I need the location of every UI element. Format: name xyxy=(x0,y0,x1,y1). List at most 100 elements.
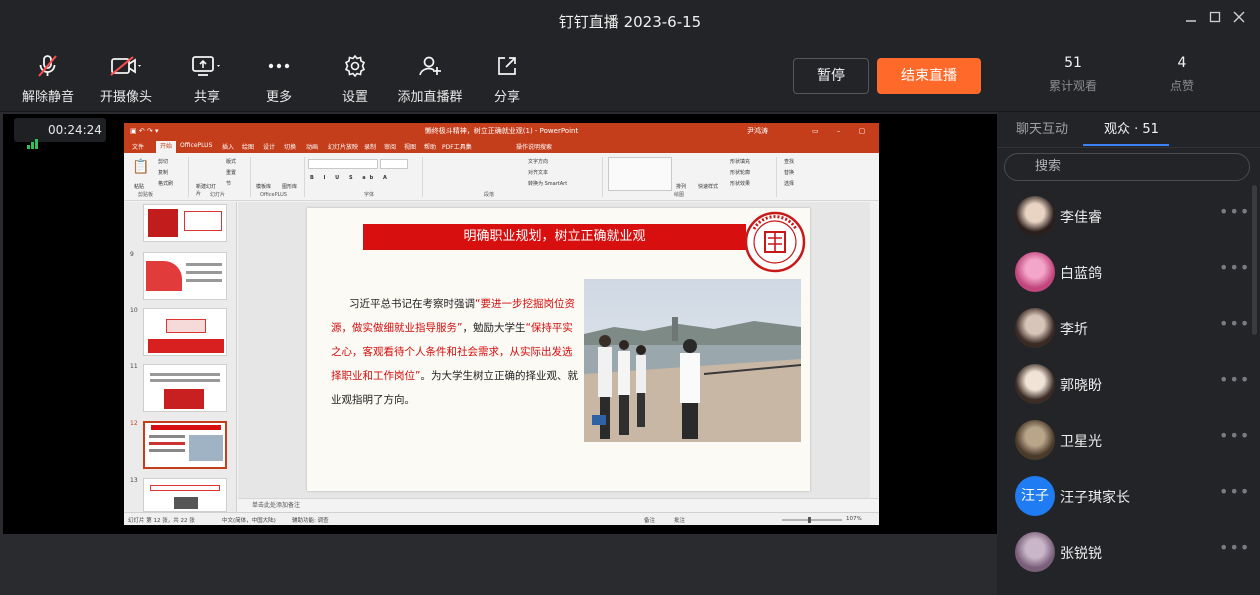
slide-thumbnails[interactable]: 9 10 11 12 13 xyxy=(124,202,237,512)
slide-thumb-12-selected[interactable] xyxy=(143,421,227,469)
slide-thumb-10[interactable] xyxy=(143,308,227,356)
thumb-number: 13 xyxy=(130,477,138,484)
member-more-icon[interactable]: ••• xyxy=(1219,314,1250,333)
template-label: 模板库 xyxy=(256,184,272,190)
zoom-slider[interactable] xyxy=(782,516,842,525)
paste-label: 粘贴 xyxy=(134,184,145,190)
copy-label: 复制 xyxy=(158,170,169,176)
quick-styles-label: 快速样式 xyxy=(698,184,719,190)
tab-chat[interactable]: 聊天互动 xyxy=(1016,118,1068,137)
paragraph-group: 段落 xyxy=(484,192,495,198)
notes-field[interactable]: 单击此处添加备注 xyxy=(238,498,879,512)
ppt-ribbon: 📋 粘贴 剪切 复制 格式刷 剪贴板 新建幻灯片 版式 重置 节 幻灯片 模板库… xyxy=(124,153,879,201)
ppt-tab[interactable]: 帮助 xyxy=(424,142,436,151)
audience-member[interactable]: 李圻 ••• xyxy=(997,300,1250,356)
ppt-tab[interactable]: 绘图 xyxy=(242,142,254,151)
audience-member[interactable]: 汪子 汪子琪家长 ••• xyxy=(997,468,1250,524)
slide-thumb-8[interactable] xyxy=(143,204,227,242)
minimize-icon[interactable] xyxy=(1181,10,1201,28)
ppt-tab[interactable]: PDF工具集 xyxy=(442,142,472,151)
ppt-tabs: 文件 开始 OfficePLUS 插入 绘图 设计 切换 动画 幻灯片放映 录制 审阅 视图 帮助 PDF… xyxy=(124,140,879,153)
shape-fill-label: 形状填充 xyxy=(730,159,751,165)
ppt-tab[interactable]: 切换 xyxy=(284,142,296,151)
ppt-tab[interactable]: OfficePLUS xyxy=(180,142,212,149)
ppt-tab[interactable]: 操作说明搜索 xyxy=(516,142,552,151)
live-timer: 00:24:24 xyxy=(14,118,106,149)
ppt-tab[interactable]: 开始 xyxy=(156,141,177,153)
member-name: 李圻 xyxy=(1060,322,1088,338)
close-icon[interactable] xyxy=(1229,10,1249,28)
camera-label: 开摄像头 xyxy=(99,90,152,105)
more-dots-icon xyxy=(239,54,319,78)
ppt-tab[interactable]: 插入 xyxy=(222,142,234,151)
audience-member[interactable]: 卫星光 ••• xyxy=(997,412,1250,468)
ppt-tab[interactable]: 动画 xyxy=(306,142,318,151)
ppt-tab[interactable]: 审阅 xyxy=(384,142,396,151)
ppt-titlebar: ▣ ↶ ↷ ▾ 懒终极斗精神，树立正确就业观(1) - PowerPoint 尹… xyxy=(124,123,879,152)
member-more-icon[interactable]: ••• xyxy=(1219,538,1250,557)
pause-button[interactable]: 暂停 xyxy=(793,58,869,94)
views-stat: 51 累计观看 xyxy=(1028,55,1118,94)
ppt-tab[interactable]: 录制 xyxy=(364,142,376,151)
align-text-label: 对齐文本 xyxy=(528,170,549,176)
slides-group: 幻灯片 xyxy=(210,192,226,198)
audience-scrollbar[interactable] xyxy=(1252,185,1257,335)
accessibility-status: 辅助功能: 调查 xyxy=(292,518,329,524)
audience-search-input[interactable]: 搜索 xyxy=(1004,153,1250,181)
notes-toggle[interactable]: 备注 xyxy=(644,516,655,524)
tab-audience[interactable]: 观众 · 51 xyxy=(1104,118,1159,137)
ppt-tab[interactable]: 幻灯片放映 xyxy=(328,142,358,151)
thumb-number: 10 xyxy=(130,307,138,314)
gear-icon xyxy=(315,54,395,78)
avatar xyxy=(1015,308,1055,348)
slide-position: 幻灯片 第 12 张，共 22 张 xyxy=(128,518,195,524)
audience-member[interactable]: 张锐锐 ••• xyxy=(997,524,1250,580)
screen-share-icon xyxy=(167,54,247,78)
share-out-button[interactable]: 分享 xyxy=(467,54,547,105)
thumb-number: 11 xyxy=(130,363,138,370)
slide-thumb-13[interactable] xyxy=(143,478,227,512)
more-button[interactable]: 更多 xyxy=(239,54,319,105)
member-name: 汪子琪家长 xyxy=(1060,490,1130,506)
member-name: 卫星光 xyxy=(1060,434,1102,450)
audience-member[interactable]: 李佳睿 ••• xyxy=(997,188,1250,244)
unmute-button[interactable]: 解除静音 xyxy=(8,54,88,105)
language-status: 中文(简体，中国大陆) xyxy=(222,518,276,524)
editor-scrollbar[interactable] xyxy=(870,202,879,498)
ppt-tab[interactable]: 视图 xyxy=(404,142,416,151)
share-screen-button[interactable]: 共享 xyxy=(167,54,247,105)
settings-button[interactable]: 设置 xyxy=(315,54,395,105)
camera-button[interactable]: 开摄像头 xyxy=(86,54,166,105)
add-group-button[interactable]: 添加直播群 xyxy=(390,54,470,105)
title-bar: 钉钉直播 2023-6-15 xyxy=(0,0,1260,40)
cut-label: 剪切 xyxy=(158,159,169,165)
external-share-icon xyxy=(467,54,547,78)
member-more-icon[interactable]: ••• xyxy=(1219,258,1250,277)
member-name: 郭晓盼 xyxy=(1060,378,1102,394)
member-more-icon[interactable]: ••• xyxy=(1219,370,1250,389)
clipboard-group: 剪贴板 xyxy=(138,192,154,198)
member-name: 张锐锐 xyxy=(1060,546,1102,562)
ppt-tab[interactable]: 文件 xyxy=(132,142,144,151)
audience-member[interactable]: 郭晓盼 ••• xyxy=(997,356,1250,412)
unmute-label: 解除静音 xyxy=(21,90,74,105)
member-more-icon[interactable]: ••• xyxy=(1219,202,1250,221)
end-live-button[interactable]: 结束直播 xyxy=(877,58,981,94)
mic-muted-icon xyxy=(8,54,88,78)
maximize-icon[interactable] xyxy=(1205,10,1225,28)
member-more-icon[interactable]: ••• xyxy=(1219,426,1250,445)
paste-icon: 📋 xyxy=(132,159,150,175)
body-text-part: 习近平总书记在考察时强调 xyxy=(349,298,475,310)
slide-thumb-11[interactable] xyxy=(143,364,227,412)
zoom-level[interactable]: 107% xyxy=(846,516,862,522)
share-out-label: 分享 xyxy=(493,90,520,105)
reset-label: 重置 xyxy=(226,170,237,176)
shape-effects-label: 形状效果 xyxy=(730,181,751,187)
member-more-icon[interactable]: ••• xyxy=(1219,482,1250,501)
ppt-tab[interactable]: 设计 xyxy=(263,142,275,151)
slide-thumb-9[interactable] xyxy=(143,252,227,300)
comments-toggle[interactable]: 批注 xyxy=(674,516,685,524)
audience-member[interactable]: 白蓝鸽 ••• xyxy=(997,244,1250,300)
live-toolbar: 解除静音 开摄像头 共享 更多 设置 添加直播群 分享 暂停 结束直播 51 累… xyxy=(0,40,1260,112)
current-slide[interactable]: 明确职业规划，树立正确就业观 习近平总书记在考察时强调“要进一步挖掘岗位资源，做… xyxy=(307,208,810,491)
